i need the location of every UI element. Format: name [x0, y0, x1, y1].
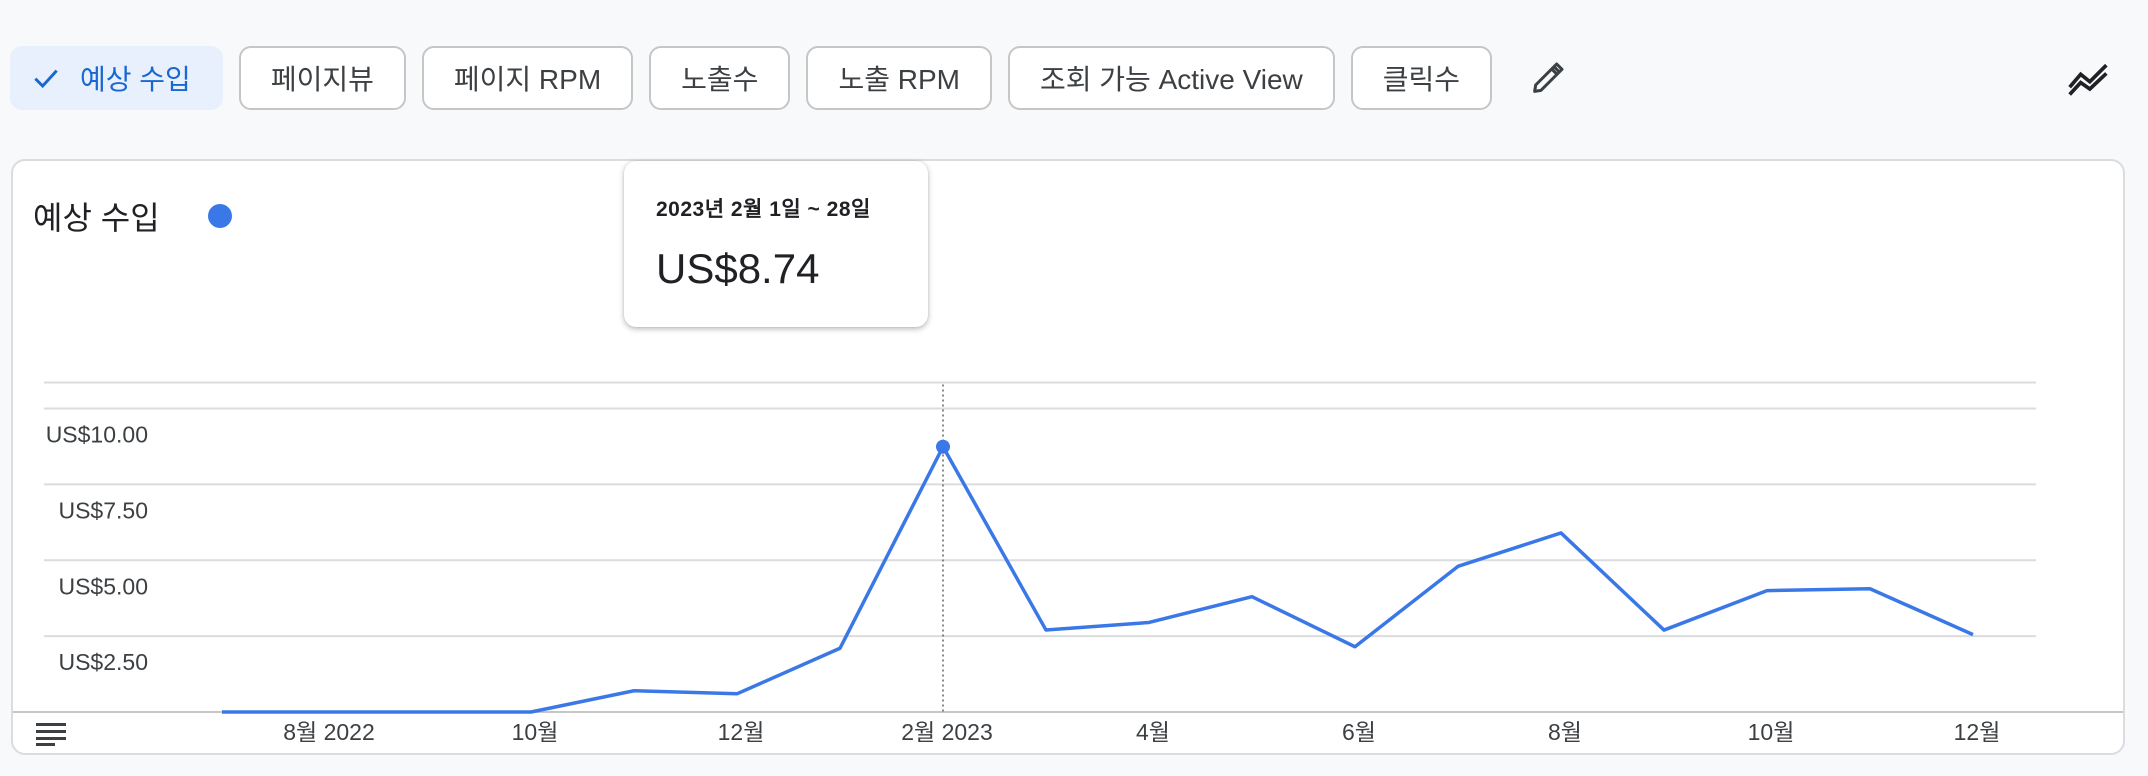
x-tick-label: 6월: [1342, 719, 1376, 745]
x-tick-label: 8월 2022: [283, 719, 375, 745]
x-tick-label: 10월: [512, 719, 559, 745]
table-view-icon: [36, 723, 66, 746]
y-tick-label: US$7.50: [58, 497, 148, 523]
x-tick-label: 12월: [1954, 719, 2001, 745]
x-tick-label: 2월 2023: [901, 719, 993, 745]
x-tick-label: 10월: [1748, 719, 1795, 745]
earnings-line-chart: US$2.50 US$5.00 US$7.50 US$10.00 8월 2022 10월 1…: [13, 381, 2123, 745]
y-tick-label: US$2.50: [58, 649, 148, 675]
x-tick-label: 4월: [1136, 719, 1170, 745]
x-tick-label: 8월: [1548, 719, 1582, 745]
series-line-estimated-earnings: [222, 444, 1974, 714]
y-tick-label: US$5.00: [58, 573, 148, 599]
chart-tooltip: 2023년 2월 1일 ~ 28일 US$8.74: [624, 161, 928, 327]
y-tick-label: US$10.00: [46, 422, 148, 448]
table-view-button[interactable]: [36, 722, 66, 746]
highlighted-data-point: [936, 439, 950, 454]
tooltip-date: 2023년 2월 1일 ~ 28일: [656, 198, 871, 221]
tooltip-value: US$8.74: [656, 245, 820, 292]
x-tick-label: 12월: [718, 719, 765, 745]
